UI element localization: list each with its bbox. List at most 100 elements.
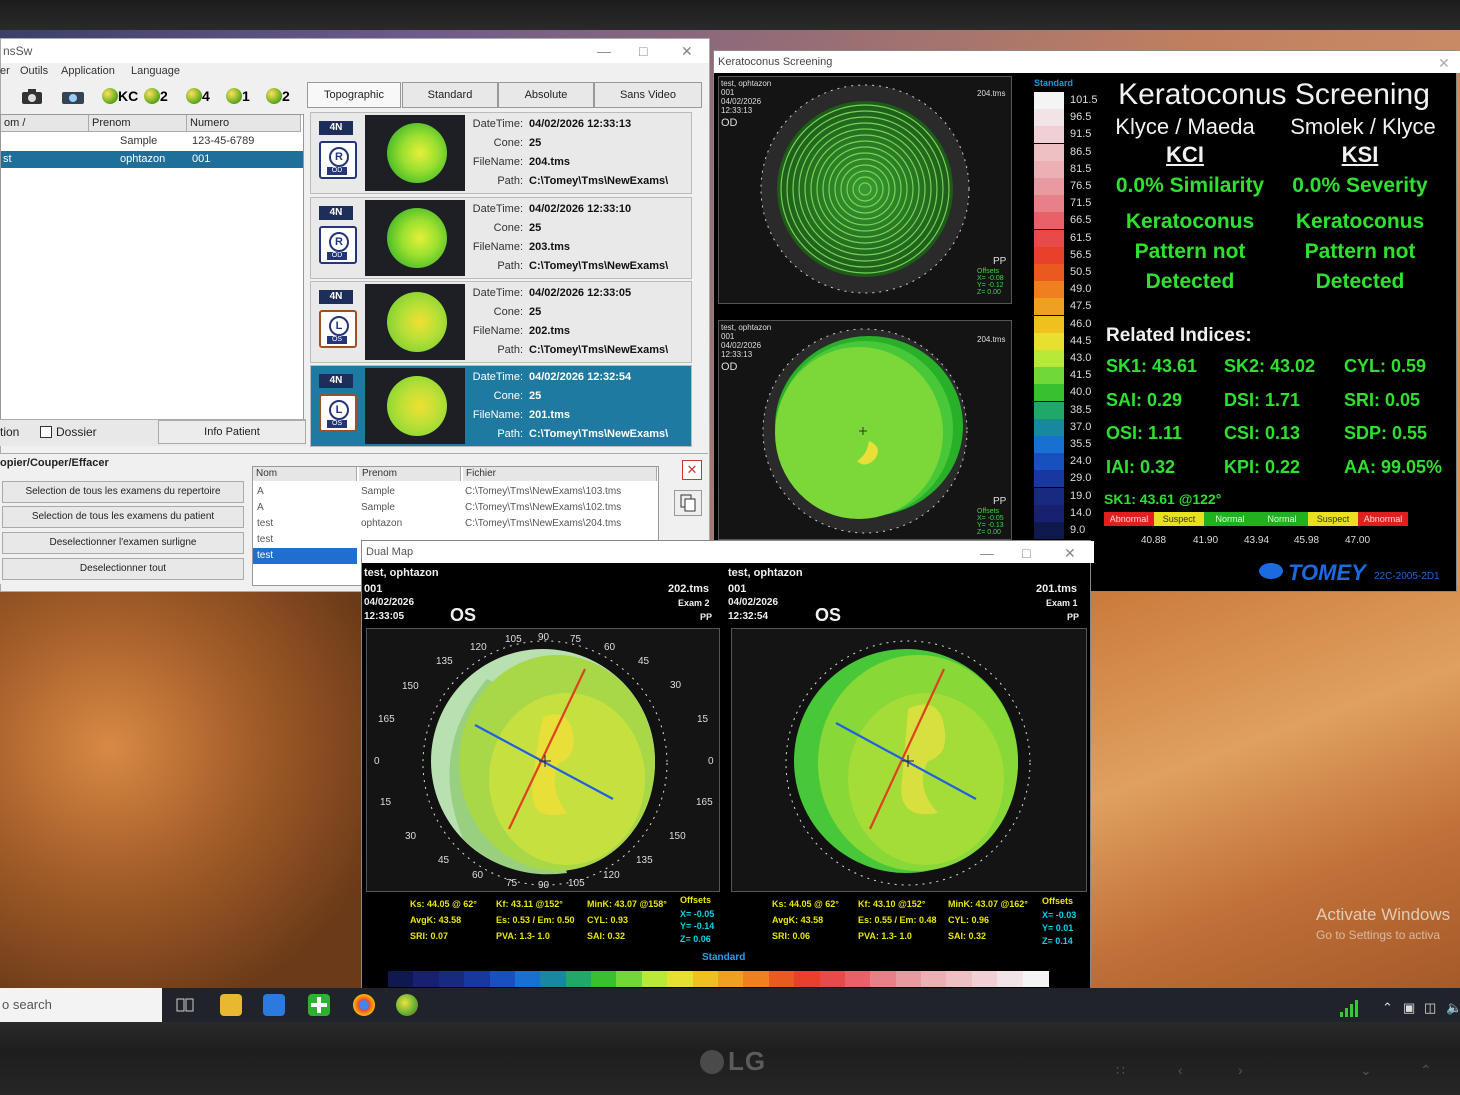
signal-icon[interactable] <box>1338 998 1360 1018</box>
axial-curvature-map: test, ophtazon 001 04/02/2026 12:33:13 OD 2… <box>718 320 1012 540</box>
select-all-directory-button[interactable]: Selection de tous les examens du reperto… <box>2 481 244 503</box>
r4-button[interactable]: 4 <box>186 88 210 104</box>
topography-ball-icon <box>266 88 282 104</box>
tab-standard[interactable]: Standard <box>402 82 498 108</box>
left-sai: SAI: 0.32 <box>587 931 626 941</box>
tab-absolute[interactable]: Absolute <box>498 82 594 108</box>
column-header-fichier[interactable]: Fichier <box>463 467 657 481</box>
copy-icon[interactable] <box>674 490 702 516</box>
column-header-prenom[interactable]: Prenom <box>359 467 461 481</box>
kc-button[interactable]: KC <box>102 88 138 104</box>
dossier-label: Dossier <box>56 425 97 439</box>
menu-item-application[interactable]: Application <box>61 65 115 77</box>
deselect-all-button[interactable]: Deselectionner tout <box>2 558 244 580</box>
scale-swatch <box>1034 401 1064 419</box>
left-offset-x: X= -0.05 <box>680 909 715 919</box>
deselect-highlighted-button[interactable]: Deselectionner l'examen surligne <box>2 532 244 554</box>
class-threshold: 45.98 <box>1294 535 1320 546</box>
r2-button[interactable]: 2 <box>144 88 168 104</box>
column-header-nom[interactable]: Nom <box>253 467 357 481</box>
list-item-selected[interactable]: test <box>253 548 357 564</box>
exam-card[interactable]: 4N L OS DateTime: 04/02/2026 12:33:05 Cone… <box>310 281 692 363</box>
main-window-title: nsSw <box>3 44 33 58</box>
axis-label: 165 <box>696 797 713 808</box>
ks-close-button[interactable]: ✕ <box>1438 55 1450 72</box>
right-eye-icon: R OD <box>319 226 357 264</box>
exam-card[interactable]: 4N R OD DateTime: 04/02/2026 12:33:13 Cone… <box>310 112 692 194</box>
monitor-menu-icon[interactable]: ∷ <box>1116 1062 1125 1079</box>
mail-app-icon[interactable] <box>263 994 285 1016</box>
color-bar-segment <box>794 971 821 987</box>
monitor-up-icon[interactable]: ⌃ <box>1420 1062 1432 1079</box>
class-bar-abnormal-low: Abnormal <box>1104 512 1154 526</box>
tab-sans-video[interactable]: Sans Video <box>594 82 702 108</box>
volume-icon[interactable]: 🔈 <box>1446 1000 1460 1016</box>
chevron-up-icon[interactable]: ⌃ <box>1382 1000 1393 1016</box>
menu-item-fichier[interactable]: er <box>0 65 10 77</box>
dossier-checkbox[interactable] <box>40 426 52 438</box>
scale-swatch <box>1034 367 1064 385</box>
camera-icon[interactable] <box>20 88 44 106</box>
scale-swatch <box>1034 160 1064 178</box>
column-header-nom[interactable]: om / <box>1 115 89 132</box>
monitor-right-icon[interactable]: › <box>1238 1062 1243 1078</box>
disk-camera-icon[interactable] <box>58 88 92 106</box>
c1-button[interactable]: 1 <box>226 88 250 104</box>
dual-close-button[interactable]: ✕ <box>1064 545 1076 562</box>
column-header-numero[interactable]: Numero <box>187 115 301 132</box>
left-cyl: CYL: 0.93 <box>587 915 629 925</box>
chrome-icon[interactable] <box>353 994 375 1016</box>
left-offset-y: Y= -0.14 <box>680 921 715 931</box>
close-button[interactable]: ✕ <box>681 43 693 60</box>
axis-label: 45 <box>638 656 650 667</box>
axis-label: 0 <box>708 756 714 767</box>
exam-thumbnail <box>365 284 465 360</box>
medical-app-icon[interactable] <box>308 994 330 1016</box>
exam-thumbnail <box>365 368 465 444</box>
monitor-left-icon[interactable]: ‹ <box>1178 1062 1183 1078</box>
select-all-patient-button[interactable]: Selection de tous les examens du patient <box>2 506 244 528</box>
axis-label: 165 <box>378 714 395 725</box>
table-row-selected[interactable]: st ophtazon 001 <box>1 151 303 168</box>
index-sk1: SK1: 43.61 <box>1106 356 1198 376</box>
ksi-result-line1: Keratoconus <box>1295 210 1425 233</box>
axis-label: 15 <box>697 714 709 725</box>
taskbar-search-input[interactable]: o search <box>0 988 162 1022</box>
color-bar-segment <box>946 971 973 987</box>
menu-item-outils[interactable]: Outils <box>20 65 48 77</box>
menu-item-language[interactable]: Language <box>131 65 180 77</box>
scale-swatch <box>1034 487 1064 505</box>
dual-maximize-button[interactable]: □ <box>1022 545 1030 561</box>
table-row[interactable]: Sample 123-45-6789 <box>1 133 303 150</box>
list-item[interactable]: A Sample C:\Tomey\Tms\NewExams\103.tms <box>253 484 658 500</box>
info-patient-button[interactable]: Info Patient <box>158 420 306 444</box>
scale-swatch <box>1034 504 1064 522</box>
file-explorer-icon[interactable] <box>220 994 242 1016</box>
scale-value: 49.0 <box>1070 283 1092 296</box>
topography-app-icon[interactable] <box>396 994 418 1016</box>
display-icon[interactable]: ◫ <box>1424 1000 1436 1016</box>
dual-minimize-button[interactable]: — <box>980 545 994 561</box>
list-item[interactable]: test ophtazon C:\Tomey\Tms\NewExams\204.tm… <box>253 516 658 532</box>
column-header-prenom[interactable]: Prenom <box>89 115 187 132</box>
dual-color-scale-bar <box>388 971 1049 987</box>
clear-list-close-icon[interactable]: ✕ <box>682 460 702 480</box>
c2-button[interactable]: 2 <box>266 88 290 104</box>
exam-card[interactable]: 4N R OD DateTime: 04/02/2026 12:33:10 Cone… <box>310 197 692 279</box>
task-view-icon[interactable] <box>174 994 196 1016</box>
scale-value: 81.5 <box>1070 162 1092 175</box>
monitor-down-icon[interactable]: ⌄ <box>1360 1062 1372 1079</box>
list-item[interactable]: A Sample C:\Tomey\Tms\NewExams\102.tms <box>253 500 658 516</box>
class-bar-abnormal-high: Abnormal <box>1358 512 1408 526</box>
left-sri: SRI: 0.07 <box>410 931 449 941</box>
footer-left-label: tion <box>0 425 20 439</box>
exam-card-selected[interactable]: 4N L OS DateTime: 04/02/2026 12:32:54 Cone… <box>310 365 692 447</box>
tab-topographic[interactable]: Topographic <box>307 82 401 108</box>
minimize-button[interactable]: — <box>597 43 611 59</box>
maximize-button[interactable]: □ <box>639 43 647 59</box>
network-icon[interactable]: ▣ <box>1403 1000 1415 1016</box>
scale-value: 96.5 <box>1070 111 1092 124</box>
left-pva: PVA: 1.3- 1.0 <box>496 931 550 941</box>
kci-result-line3: Detected <box>1145 270 1235 293</box>
scale-swatch <box>1034 264 1064 281</box>
